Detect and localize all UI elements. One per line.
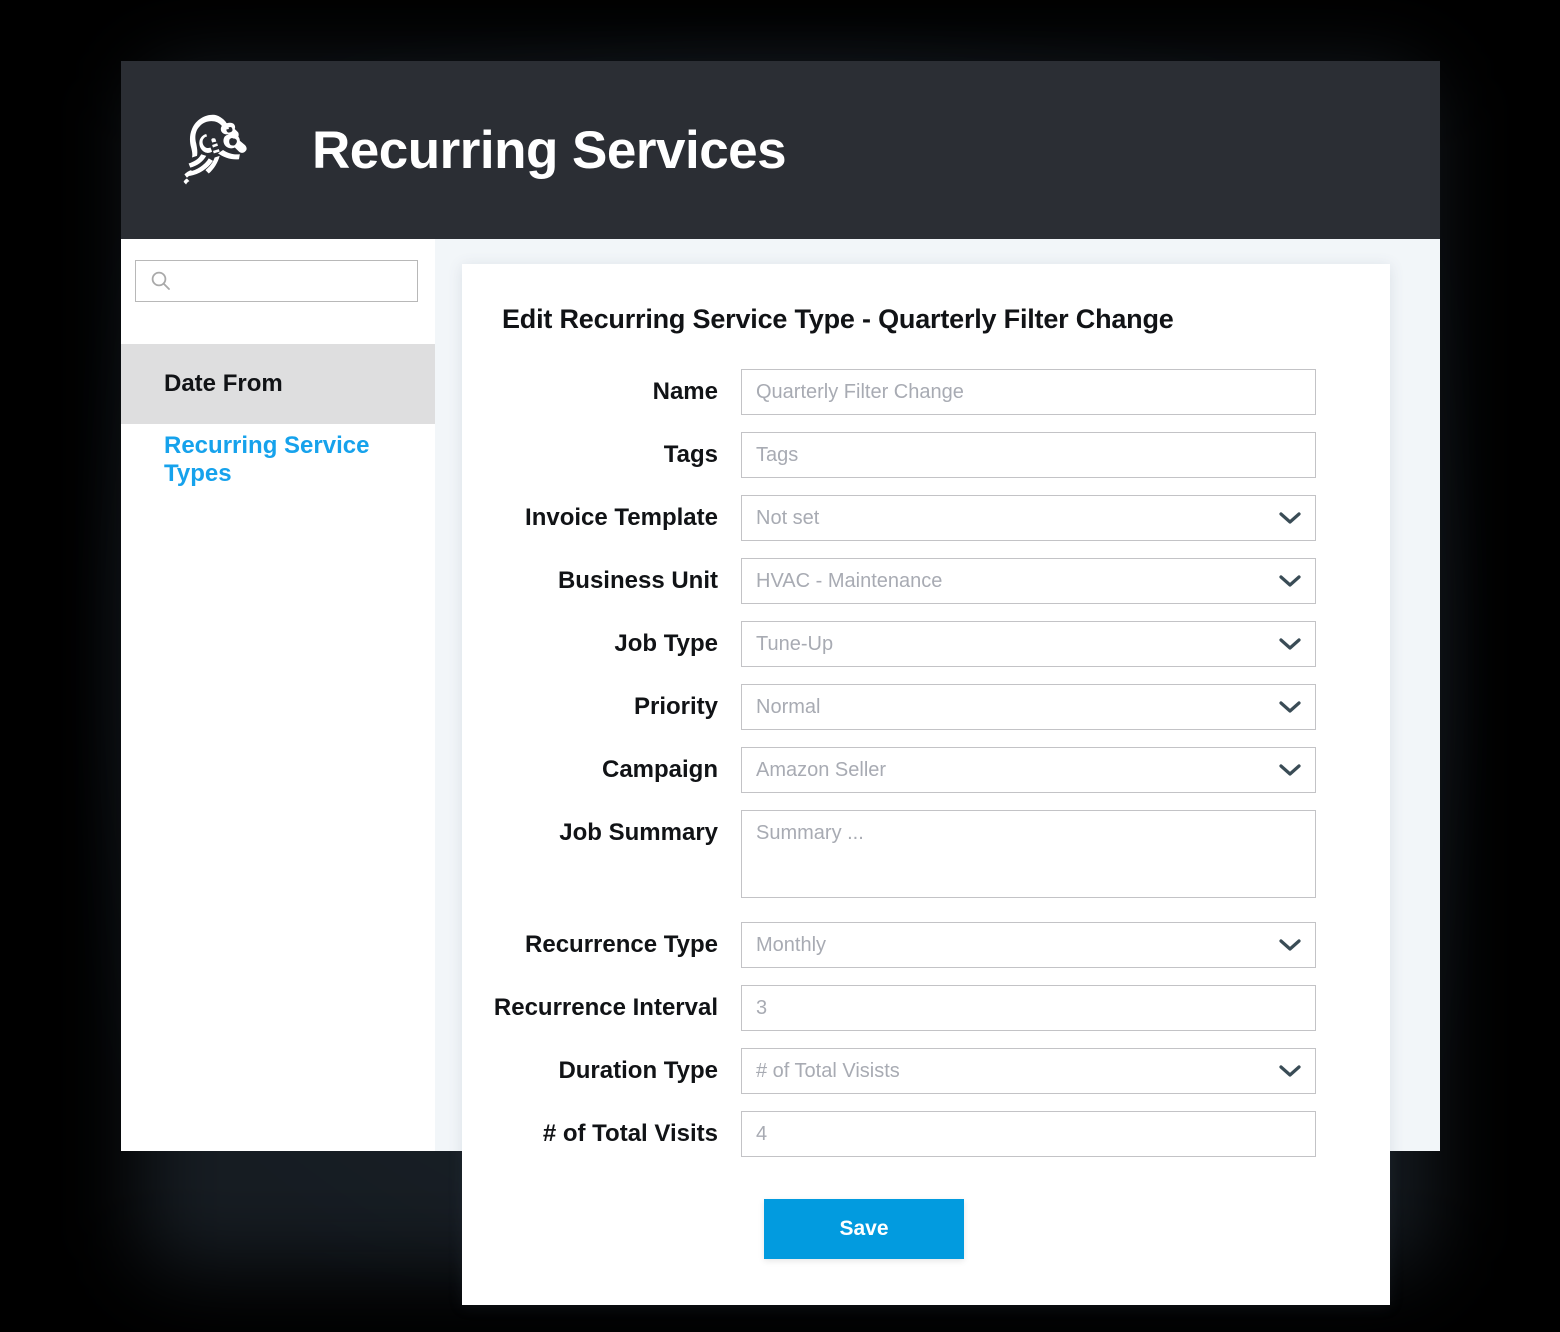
field-row-name: Name	[462, 369, 1390, 415]
label-duration-type: Duration Type	[558, 1057, 718, 1084]
field-row-job-type: Job Type Tune-Up	[462, 621, 1390, 667]
business-unit-select[interactable]: HVAC - Maintenance	[741, 558, 1316, 604]
name-input[interactable]	[741, 369, 1316, 415]
sidebar-nav: Date From Recurring Service Types	[121, 344, 435, 496]
tags-input[interactable]	[741, 432, 1316, 478]
sidebar-item-label: Recurring Service Types	[164, 432, 370, 487]
duration-type-value: # of Total Visists	[756, 1059, 900, 1082]
recurrence-type-value: Monthly	[756, 933, 827, 956]
search-box[interactable]	[135, 260, 418, 302]
duration-type-select[interactable]: # of Total Visists	[741, 1048, 1316, 1094]
field-row-job-summary: Job Summary	[462, 810, 1390, 898]
search-wrapper	[121, 260, 435, 302]
control-priority: Normal	[741, 684, 1390, 730]
field-row-business-unit: Business Unit HVAC - Maintenance	[462, 558, 1390, 604]
campaign-select[interactable]: Amazon Seller	[741, 747, 1316, 793]
chevron-down-icon	[1279, 638, 1301, 650]
control-business-unit: HVAC - Maintenance	[741, 558, 1390, 604]
label-job-type: Job Type	[614, 630, 718, 657]
job-type-select[interactable]: Tune-Up	[741, 621, 1316, 667]
page-title: Recurring Services	[312, 120, 787, 180]
search-icon	[151, 271, 170, 290]
label-recurrence-type: Recurrence Type	[525, 931, 718, 958]
control-job-type: Tune-Up	[741, 621, 1390, 667]
chevron-down-icon	[1279, 512, 1301, 524]
recurrence-interval-input[interactable]	[741, 985, 1316, 1031]
save-button[interactable]: Save	[764, 1199, 964, 1259]
field-row-priority: Priority Normal	[462, 684, 1390, 730]
search-input[interactable]	[173, 261, 417, 301]
sidebar-item-date-from[interactable]: Date From	[121, 344, 435, 424]
sidebar: Date From Recurring Service Types	[121, 239, 435, 1151]
field-row-recurrence-type: Recurrence Type Monthly	[462, 922, 1390, 968]
label-priority: Priority	[633, 693, 718, 720]
label-recurrence-interval: Recurrence Interval	[493, 994, 718, 1021]
chevron-down-icon	[1279, 939, 1301, 951]
edit-recurring-service-type-card: Edit Recurring Service Type - Quarterly …	[462, 264, 1390, 1305]
label-name: Name	[652, 378, 718, 405]
card-title: Edit Recurring Service Type - Quarterly …	[502, 304, 1174, 334]
chevron-down-icon	[1279, 1065, 1301, 1077]
control-campaign: Amazon Seller	[741, 747, 1390, 793]
job-summary-textarea[interactable]	[741, 810, 1316, 898]
control-invoice-template: Not set	[741, 495, 1390, 541]
label-business-unit: Business Unit	[557, 567, 718, 594]
field-row-duration-type: Duration Type # of Total Visists	[462, 1048, 1390, 1094]
control-total-visits	[741, 1111, 1390, 1157]
campaign-value: Amazon Seller	[756, 758, 887, 781]
invoice-template-select[interactable]: Not set	[741, 495, 1316, 541]
priority-select[interactable]: Normal	[741, 684, 1316, 730]
label-job-summary: Job Summary	[559, 819, 718, 846]
recurrence-type-select[interactable]: Monthly	[741, 922, 1316, 968]
mascot-logo-icon	[183, 114, 247, 185]
job-type-value: Tune-Up	[756, 632, 834, 655]
field-row-total-visits: # of Total Visits	[462, 1111, 1390, 1157]
chevron-down-icon	[1279, 701, 1301, 713]
control-duration-type: # of Total Visists	[741, 1048, 1390, 1094]
control-recurrence-interval	[741, 985, 1390, 1031]
label-tags: Tags	[663, 441, 718, 468]
field-row-recurrence-interval: Recurrence Interval	[462, 985, 1390, 1031]
control-name	[741, 369, 1390, 415]
sidebar-item-recurring-service-types[interactable]: Recurring Service Types	[121, 424, 435, 496]
label-campaign: Campaign	[601, 756, 718, 783]
business-unit-value: HVAC - Maintenance	[756, 569, 943, 592]
priority-value: Normal	[756, 695, 821, 718]
save-row: Save	[462, 1199, 1390, 1259]
label-invoice-template: Invoice Template	[525, 504, 718, 531]
field-row-tags: Tags	[462, 432, 1390, 478]
control-job-summary	[741, 810, 1390, 898]
invoice-template-value: Not set	[756, 506, 820, 529]
field-row-invoice-template: Invoice Template Not set	[462, 495, 1390, 541]
field-row-campaign: Campaign Amazon Seller	[462, 747, 1390, 793]
control-recurrence-type: Monthly	[741, 922, 1390, 968]
label-total-visits: # of Total Visits	[542, 1120, 718, 1147]
control-tags	[741, 432, 1390, 478]
chevron-down-icon	[1279, 764, 1301, 776]
chevron-down-icon	[1279, 575, 1301, 587]
total-visits-input[interactable]	[741, 1111, 1316, 1157]
sidebar-item-label: Date From	[164, 370, 283, 397]
app-header: Recurring Services	[121, 61, 1440, 239]
